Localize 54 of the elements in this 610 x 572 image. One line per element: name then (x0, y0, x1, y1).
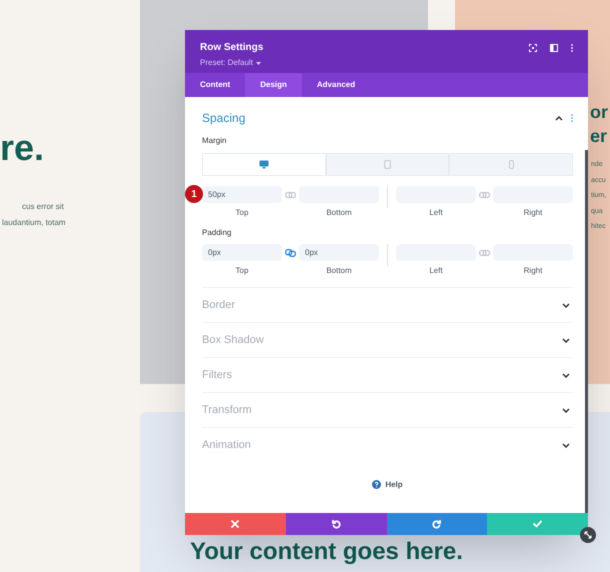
resize-icon (584, 531, 592, 539)
field-label: Top (236, 207, 248, 219)
cancel-button[interactable] (185, 513, 286, 535)
undo-icon (332, 520, 341, 528)
link-icon[interactable] (285, 190, 296, 198)
field-group-label: Padding (202, 227, 232, 239)
caret-icon (256, 62, 261, 64)
modal-title: Row Settings (200, 41, 264, 55)
chevron-down-icon[interactable] (562, 302, 570, 308)
page-heading: Your content goes here. (190, 538, 463, 565)
section-title[interactable]: Spacing (202, 109, 246, 127)
field-label: Top (236, 265, 248, 277)
columns-icon[interactable] (550, 44, 558, 52)
chevron-down-icon[interactable] (562, 442, 570, 448)
close-icon (231, 520, 240, 528)
page-heading: or (590, 101, 608, 124)
chevron-down-icon[interactable] (562, 338, 570, 342)
page-text: cus error sit (22, 201, 65, 213)
field-group-label: Margin (202, 135, 228, 147)
device-tab[interactable] (202, 153, 326, 176)
help-link[interactable]: Help (385, 478, 403, 490)
tablet-icon (384, 160, 391, 169)
fullscreen-icon[interactable] (529, 44, 537, 52)
input-field[interactable]: 50px (202, 186, 282, 203)
tab[interactable]: Content (185, 73, 246, 97)
input-field[interactable]: 0px (299, 244, 379, 261)
scrollbar[interactable] (585, 150, 588, 513)
redo-button[interactable] (386, 513, 488, 535)
field-label: Right (524, 207, 542, 219)
chevron-down-icon[interactable] (562, 408, 570, 412)
redo-icon (432, 520, 442, 528)
tab[interactable]: Advanced (302, 73, 370, 97)
chevron-up-icon[interactable] (555, 116, 563, 120)
page-heading: er (590, 125, 608, 148)
field-label: Bottom (326, 207, 352, 219)
tab[interactable]: Design (245, 73, 302, 97)
field-label: Left (429, 207, 443, 219)
help-icon (372, 480, 382, 489)
step-badge: 1 (185, 185, 203, 203)
link-icon[interactable] (479, 248, 490, 256)
input-field[interactable]: 0px (202, 244, 282, 261)
desktop-icon (258, 160, 269, 169)
field-label: Left (429, 265, 443, 277)
preset-selector[interactable]: Preset: Default (200, 57, 253, 69)
check-icon (533, 520, 542, 528)
field-label: Right (524, 265, 542, 277)
undo-button[interactable] (286, 513, 386, 535)
phone-icon (508, 160, 514, 169)
page-heading: re. (0, 130, 46, 166)
page-text: laudantium, totam (2, 217, 67, 229)
link-icon[interactable] (285, 248, 296, 256)
field-label: Bottom (326, 265, 352, 277)
chevron-down-icon[interactable] (562, 372, 570, 378)
link-icon[interactable] (479, 190, 490, 198)
